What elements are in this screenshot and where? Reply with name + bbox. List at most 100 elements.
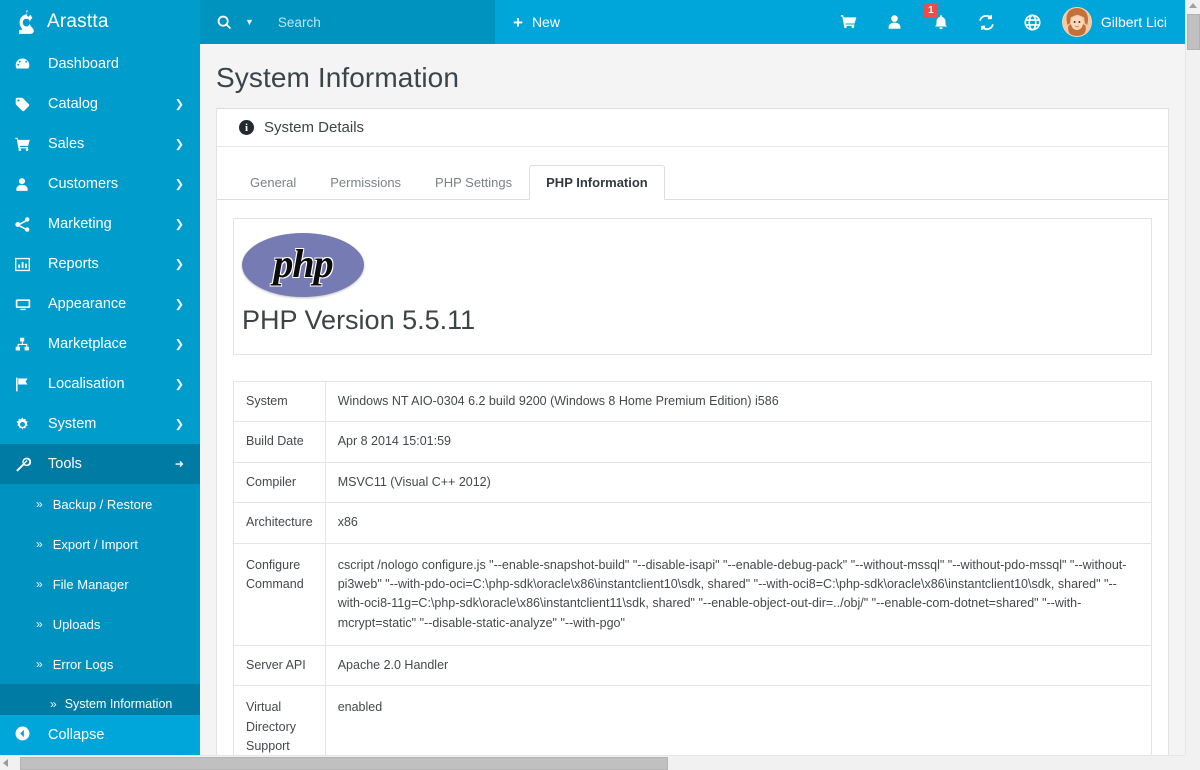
info-icon: i <box>239 120 254 135</box>
arastta-logo-icon <box>14 9 36 35</box>
dashboard-icon <box>14 56 38 73</box>
sidebar-subitem-label: Uploads <box>52 616 101 632</box>
search-icon[interactable] <box>216 14 233 31</box>
app-root: Arastta Dashboard Catalog ❯ Sales ❯ Cust… <box>0 0 1200 770</box>
sidebar-subitem-label: System Information <box>64 697 173 711</box>
sidebar-submenu-tools: » Backup / Restore » Export / Import » F… <box>0 484 200 724</box>
row-value: Windows NT AIO-0304 6.2 build 9200 (Wind… <box>324 380 1153 423</box>
row-key: System <box>233 380 326 423</box>
vertical-scrollbar-thumb[interactable] <box>1187 14 1200 50</box>
search-zone[interactable]: ▼ <box>200 0 495 44</box>
table-row: Configure Command cscript /nologo config… <box>233 542 1153 646</box>
sidebar-item-catalog[interactable]: Catalog ❯ <box>0 84 200 124</box>
search-input[interactable] <box>275 13 466 31</box>
brand-name: Arastta <box>47 11 109 32</box>
sidebar-subitem-label: Export / Import <box>52 536 138 552</box>
cart-icon <box>14 136 38 153</box>
sidebar-subitem-file-manager[interactable]: » File Manager <box>0 564 200 604</box>
user-icon[interactable] <box>872 0 918 44</box>
chevron-down-icon[interactable]: ▼ <box>245 17 254 27</box>
sidebar-item-label: Customers <box>48 176 119 192</box>
bar-chart-icon <box>14 256 38 273</box>
chevron-right-icon: ❯ <box>174 258 184 271</box>
system-details-panel: i System Details General Permissions PHP… <box>216 108 1169 755</box>
table-row: Architecture x86 <box>233 502 1153 544</box>
new-button-label: New <box>531 14 560 30</box>
php-logo-text: php <box>273 240 333 286</box>
top-header: ▼ + New 1 <box>200 0 1185 44</box>
chevron-right-icon: ❯ <box>174 298 184 311</box>
row-key: Virtual Directory Support <box>233 685 326 755</box>
row-value: enabled <box>324 685 1153 755</box>
sidebar-subitem-uploads[interactable]: » Uploads <box>0 604 200 644</box>
scroll-up-arrow-icon[interactable] <box>1189 3 1197 8</box>
sidebar-item-sales[interactable]: Sales ❯ <box>0 124 200 164</box>
sidebar-item-customers[interactable]: Customers ❯ <box>0 164 200 204</box>
sidebar-item-tools[interactable]: Tools ➜ <box>0 444 200 484</box>
tab-general[interactable]: General <box>233 165 313 200</box>
double-chevron-right-icon: » <box>50 697 57 711</box>
sidebar-subitem-label: Backup / Restore <box>52 496 153 512</box>
sidebar-subitem-backup-restore[interactable]: » Backup / Restore <box>0 484 200 524</box>
table-row: Virtual Directory Support enabled <box>233 685 1153 755</box>
sidebar-collapse-label: Collapse <box>48 727 105 743</box>
sidebar-item-label: Marketing <box>48 216 112 232</box>
sidebar-item-reports[interactable]: Reports ❯ <box>0 244 200 284</box>
php-info-table: System Windows NT AIO-0304 6.2 build 920… <box>233 380 1153 755</box>
sidebar-subitem-export-import[interactable]: » Export / Import <box>0 524 200 564</box>
tag-icon <box>14 96 38 113</box>
monitor-icon <box>14 296 38 313</box>
globe-icon[interactable] <box>1010 0 1056 44</box>
sidebar-item-localisation[interactable]: Localisation ❯ <box>0 364 200 404</box>
tab-permissions[interactable]: Permissions <box>313 165 418 200</box>
horizontal-scrollbar-thumb[interactable] <box>20 757 668 770</box>
chevron-right-icon: ❯ <box>174 138 184 151</box>
sidebar-item-marketplace[interactable]: Marketplace ❯ <box>0 324 200 364</box>
sidebar-item-marketing[interactable]: Marketing ❯ <box>0 204 200 244</box>
sitemap-icon <box>14 336 38 353</box>
php-version-box: php PHP Version 5.5.11 <box>233 218 1152 355</box>
chevron-right-icon: ❯ <box>174 178 184 191</box>
bell-icon[interactable]: 1 <box>918 0 964 44</box>
double-chevron-right-icon: » <box>36 617 43 631</box>
scroll-left-arrow-icon[interactable] <box>3 759 8 767</box>
plus-icon: + <box>513 12 523 32</box>
sidebar-item-dashboard[interactable]: Dashboard <box>0 44 200 84</box>
header-icon-group: 1 Gilbert Lici <box>826 0 1177 44</box>
chevron-right-icon: ❯ <box>174 338 184 351</box>
chevron-right-icon: ❯ <box>174 98 184 111</box>
row-key: Compiler <box>233 461 326 504</box>
sidebar-item-label: Marketplace <box>48 336 127 352</box>
double-chevron-right-icon: » <box>36 497 43 511</box>
chevron-right-icon: ❯ <box>174 218 184 231</box>
vertical-scrollbar[interactable] <box>1185 0 1200 755</box>
sidebar-subitem-error-logs[interactable]: » Error Logs <box>0 644 200 684</box>
tab-php-information[interactable]: PHP Information <box>529 164 665 200</box>
page-title: System Information <box>216 62 459 93</box>
table-row: Server API Apache 2.0 Handler <box>233 644 1153 687</box>
sidebar-item-appearance[interactable]: Appearance ❯ <box>0 284 200 324</box>
row-value: Apache 2.0 Handler <box>324 644 1153 687</box>
avatar[interactable] <box>1061 7 1092 37</box>
refresh-icon[interactable] <box>964 0 1010 44</box>
sidebar-item-label: System <box>48 416 97 432</box>
double-chevron-right-icon: » <box>36 537 43 551</box>
sidebar-item-label: Appearance <box>48 296 127 312</box>
row-value: cscript /nologo configure.js "--enable-s… <box>324 542 1153 646</box>
tab-php-settings[interactable]: PHP Settings <box>418 165 529 200</box>
sidebar-item-system[interactable]: System ❯ <box>0 404 200 444</box>
collapse-left-icon <box>14 725 38 746</box>
brand[interactable]: Arastta <box>0 0 200 44</box>
user-icon <box>14 176 38 193</box>
sidebar-collapse-button[interactable]: Collapse <box>0 715 200 755</box>
sidebar-item-label: Reports <box>48 256 99 272</box>
cart-icon[interactable] <box>826 0 872 44</box>
horizontal-scrollbar[interactable] <box>0 755 1200 770</box>
sidebar-subitem-label: File Manager <box>52 576 129 592</box>
row-key: Build Date <box>233 421 326 463</box>
user-name[interactable]: Gilbert Lici <box>1101 14 1167 30</box>
table-row: System Windows NT AIO-0304 6.2 build 920… <box>233 380 1153 423</box>
new-button[interactable]: + New <box>495 0 578 44</box>
row-value: MSVC11 (Visual C++ 2012) <box>324 461 1153 504</box>
main-content: System Information i System Details Gene… <box>200 44 1185 755</box>
